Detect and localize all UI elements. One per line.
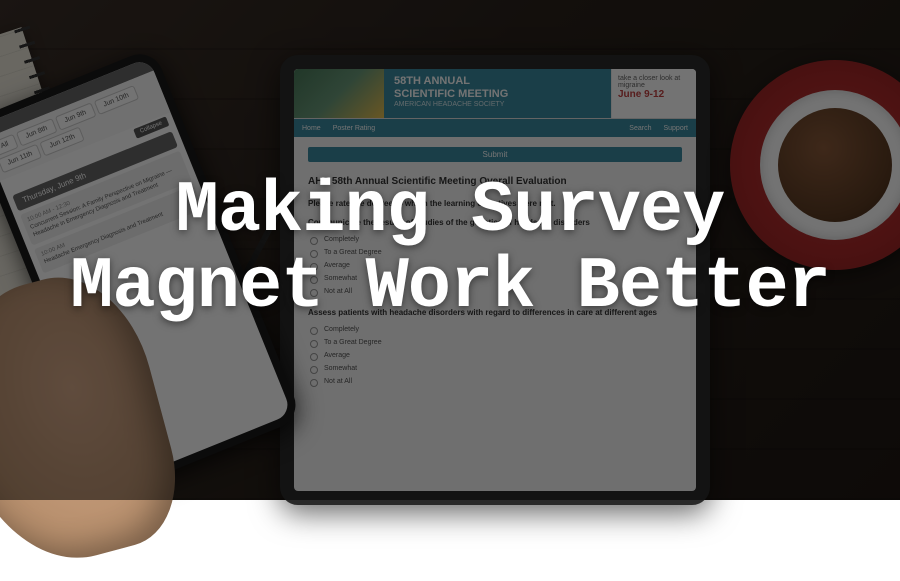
headline-line-1: Making Survey [70, 174, 830, 250]
headline-line-2: Magnet Work Better [70, 250, 830, 326]
headline-overlay: Making Survey Magnet Work Better [0, 0, 900, 500]
